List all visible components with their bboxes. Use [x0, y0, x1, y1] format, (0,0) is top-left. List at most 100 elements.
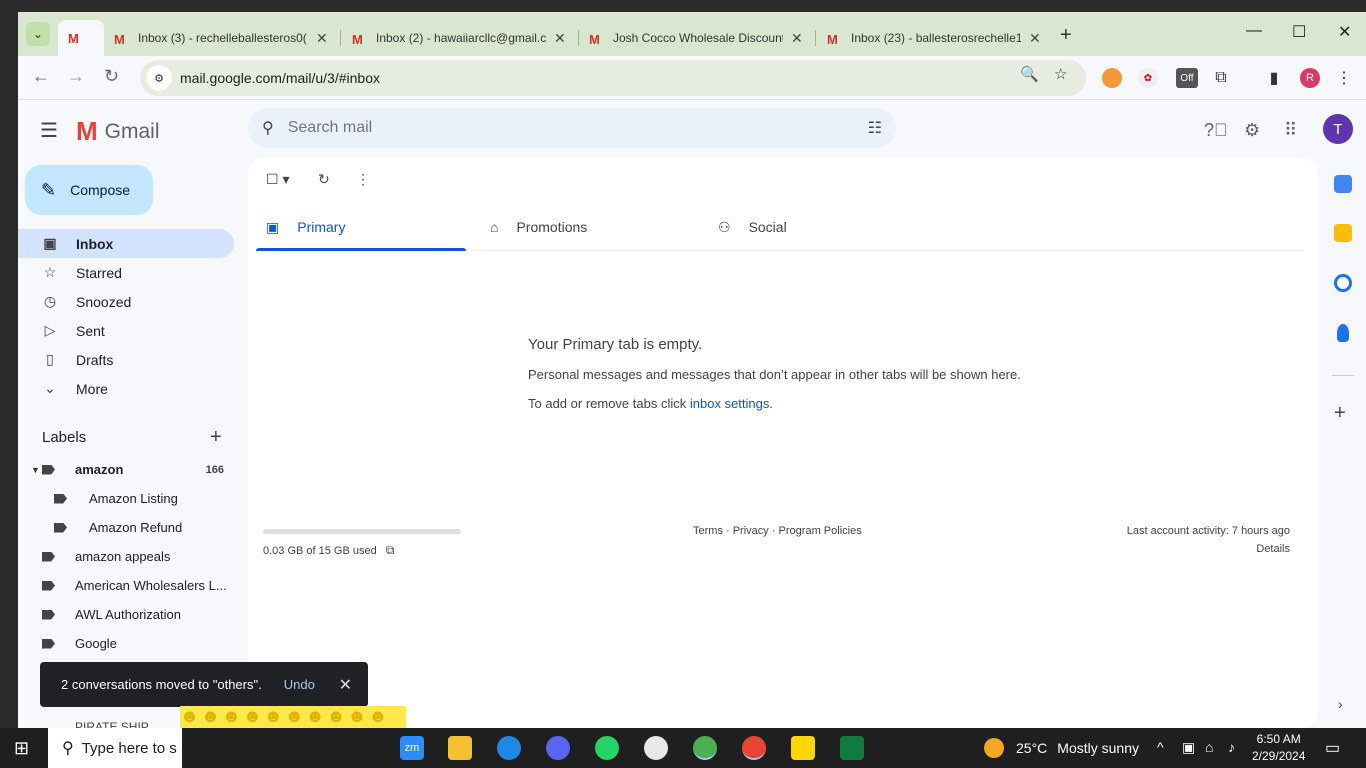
tab-promotions[interactable]: ⌂ Promotions — [490, 204, 700, 250]
account-avatar[interactable]: T — [1323, 114, 1353, 144]
label-name: amazon — [75, 462, 124, 477]
chevron-up-icon[interactable]: ^ — [1157, 739, 1164, 755]
device-icon[interactable]: ▣ — [1182, 739, 1195, 756]
get-addons-icon[interactable]: + — [1334, 402, 1346, 425]
label-item-amazon-appeals[interactable]: amazon appeals — [18, 542, 234, 571]
footer-links[interactable]: Terms · Privacy · Program Policies — [693, 525, 862, 537]
search-icon[interactable]: ⚲ — [262, 118, 274, 138]
sidebar-item-inbox[interactable]: ▣ Inbox — [18, 229, 234, 258]
close-icon[interactable]: ✕ — [1029, 30, 1041, 47]
forward-icon[interactable]: → — [67, 66, 85, 87]
new-tab-button[interactable]: + — [1060, 24, 1072, 47]
chrome-icon[interactable] — [693, 736, 717, 760]
window-close-icon[interactable]: ✕ — [1338, 22, 1351, 42]
label-item-partial[interactable]: PIRATE SHIP — [75, 720, 149, 728]
site-info-icon[interactable]: ⚙ — [146, 65, 172, 91]
tab-label: Social — [748, 219, 787, 235]
tab-primary[interactable]: ▣ Primary — [256, 204, 466, 251]
chrome-icon[interactable] — [742, 736, 766, 760]
puzzle-icon[interactable]: ⧉ — [1211, 68, 1231, 88]
sidebar-item-drafts[interactable]: ▯ Drafts — [18, 345, 234, 374]
label-icon — [42, 609, 55, 620]
sticky-notes-icon[interactable] — [791, 736, 815, 760]
discord-icon[interactable] — [546, 736, 570, 760]
help-icon[interactable]: ?⃝ — [1204, 120, 1228, 141]
add-label-icon[interactable]: + — [210, 426, 222, 449]
settings-gear-icon[interactable]: ⚙ — [1244, 120, 1260, 141]
chevron-right-icon[interactable]: › — [1338, 696, 1343, 712]
tab-active[interactable]: M — [58, 20, 104, 56]
tab-4[interactable]: M Inbox (23) - ballesterosrechelle1 ✕ — [817, 20, 1051, 56]
more-vert-icon[interactable]: ⋮ — [356, 171, 370, 188]
inbox-settings-link[interactable]: inbox settings — [690, 396, 770, 411]
tab-1[interactable]: M Inbox (3) - rechelleballesteros0( ✕ — [104, 20, 338, 56]
tab-2[interactable]: M Inbox (2) - hawaiiarcllc@gmail.c ✕ — [342, 20, 576, 56]
tab-social[interactable]: ⚇ Social — [718, 204, 928, 250]
side-panel-icon[interactable]: ▮ — [1264, 68, 1284, 88]
snackbar-message: 2 conversations moved to "others". — [61, 677, 262, 692]
external-link-icon[interactable]: ⧉ — [386, 543, 395, 557]
zoom-app-icon[interactable]: zm — [400, 736, 424, 760]
extension-off-icon[interactable]: Off — [1176, 68, 1198, 88]
zoom-icon[interactable]: 🔍 — [1020, 65, 1039, 83]
sidebar-item-starred[interactable]: ☆ Starred — [18, 258, 234, 287]
sidebar-item-snoozed[interactable]: ◷ Snoozed — [18, 287, 234, 316]
calendar-icon[interactable] — [1334, 175, 1352, 193]
select-all-checkbox[interactable]: ☐ ▾ — [266, 171, 289, 188]
notification-icon[interactable]: ▭ — [1325, 738, 1340, 758]
label-item-amazon-refund[interactable]: Amazon Refund — [18, 513, 234, 542]
volume-icon[interactable]: ♪ — [1228, 739, 1235, 755]
draft-icon: ▯ — [46, 351, 54, 367]
whatsapp-icon[interactable] — [595, 736, 619, 760]
label-item-awl-authorization[interactable]: AWL Authorization — [18, 600, 234, 629]
file-explorer-icon[interactable] — [448, 736, 472, 760]
label-item-amazon[interactable]: ▼ amazon 166 — [18, 455, 234, 484]
maximize-icon[interactable]: ☐ — [1292, 22, 1306, 42]
more-vert-icon[interactable]: ⋮ — [1334, 68, 1354, 88]
weather-desc: Mostly sunny — [1057, 740, 1139, 756]
extension-icon[interactable] — [1102, 68, 1122, 88]
undo-button[interactable]: Undo — [284, 677, 315, 692]
label-item-amazon-listing[interactable]: Amazon Listing — [18, 484, 234, 513]
gmail-favicon-icon: M — [589, 32, 600, 47]
close-icon[interactable]: ✕ — [316, 30, 328, 47]
back-icon[interactable]: ← — [32, 66, 50, 87]
gmail-logo[interactable]: M Gmail — [76, 116, 160, 147]
weather-widget[interactable]: 25°C Mostly sunny — [984, 738, 1139, 758]
contacts-icon[interactable] — [1337, 324, 1349, 342]
app-icon[interactable] — [644, 736, 668, 760]
network-icon[interactable]: ⌂ — [1205, 739, 1213, 755]
keep-icon[interactable] — [1334, 224, 1352, 242]
close-icon[interactable]: ✕ — [554, 30, 566, 47]
caret-down-icon[interactable]: ▼ — [31, 465, 40, 475]
tab-3[interactable]: M Josh Cocco Wholesale Discount ✕ — [579, 20, 813, 56]
close-icon[interactable]: ✕ — [791, 30, 803, 47]
sidebar-item-more[interactable]: ⌄ More — [18, 374, 234, 403]
empty-state: Your Primary tab is empty. Personal mess… — [528, 336, 1021, 411]
reload-icon[interactable]: ↻ — [104, 66, 119, 87]
bookmark-star-icon[interactable]: ☆ — [1054, 65, 1067, 83]
refresh-icon[interactable]: ↻ — [318, 171, 330, 188]
details-link[interactable]: Details — [1256, 543, 1290, 555]
hamburger-menu-icon[interactable]: ☰ — [40, 118, 58, 143]
tasks-icon[interactable] — [1334, 274, 1352, 292]
close-icon[interactable]: ✕ — [339, 675, 352, 695]
tab-search-button[interactable]: ⌄ — [26, 22, 50, 46]
taskbar-search[interactable]: ⚲ Type here to s — [48, 728, 182, 768]
extension-icon[interactable]: ✿ — [1138, 68, 1158, 88]
address-bar[interactable]: ⚙ mail.google.com/mail/u/3/#inbox — [140, 60, 1086, 96]
apps-grid-icon[interactable]: ⠿ — [1284, 120, 1297, 141]
clock[interactable]: 6:50 AM 2/29/2024 — [1252, 731, 1305, 765]
profile-avatar[interactable]: R — [1300, 68, 1320, 88]
compose-button[interactable]: ✎ Compose — [25, 165, 153, 215]
excel-icon[interactable] — [840, 736, 864, 760]
label-item-google[interactable]: Google — [18, 629, 234, 658]
sidebar-item-sent[interactable]: ▷ Sent — [18, 316, 234, 345]
tab-separator — [815, 30, 816, 46]
search-input[interactable] — [287, 119, 828, 137]
minimize-icon[interactable]: — — [1246, 22, 1262, 40]
edge-icon[interactable] — [497, 736, 521, 760]
label-item-american-wholesalers[interactable]: American Wholesalers L... — [18, 571, 234, 600]
windows-start-icon[interactable]: ⊞ — [14, 738, 29, 759]
search-options-icon[interactable]: ☷ — [868, 118, 882, 138]
